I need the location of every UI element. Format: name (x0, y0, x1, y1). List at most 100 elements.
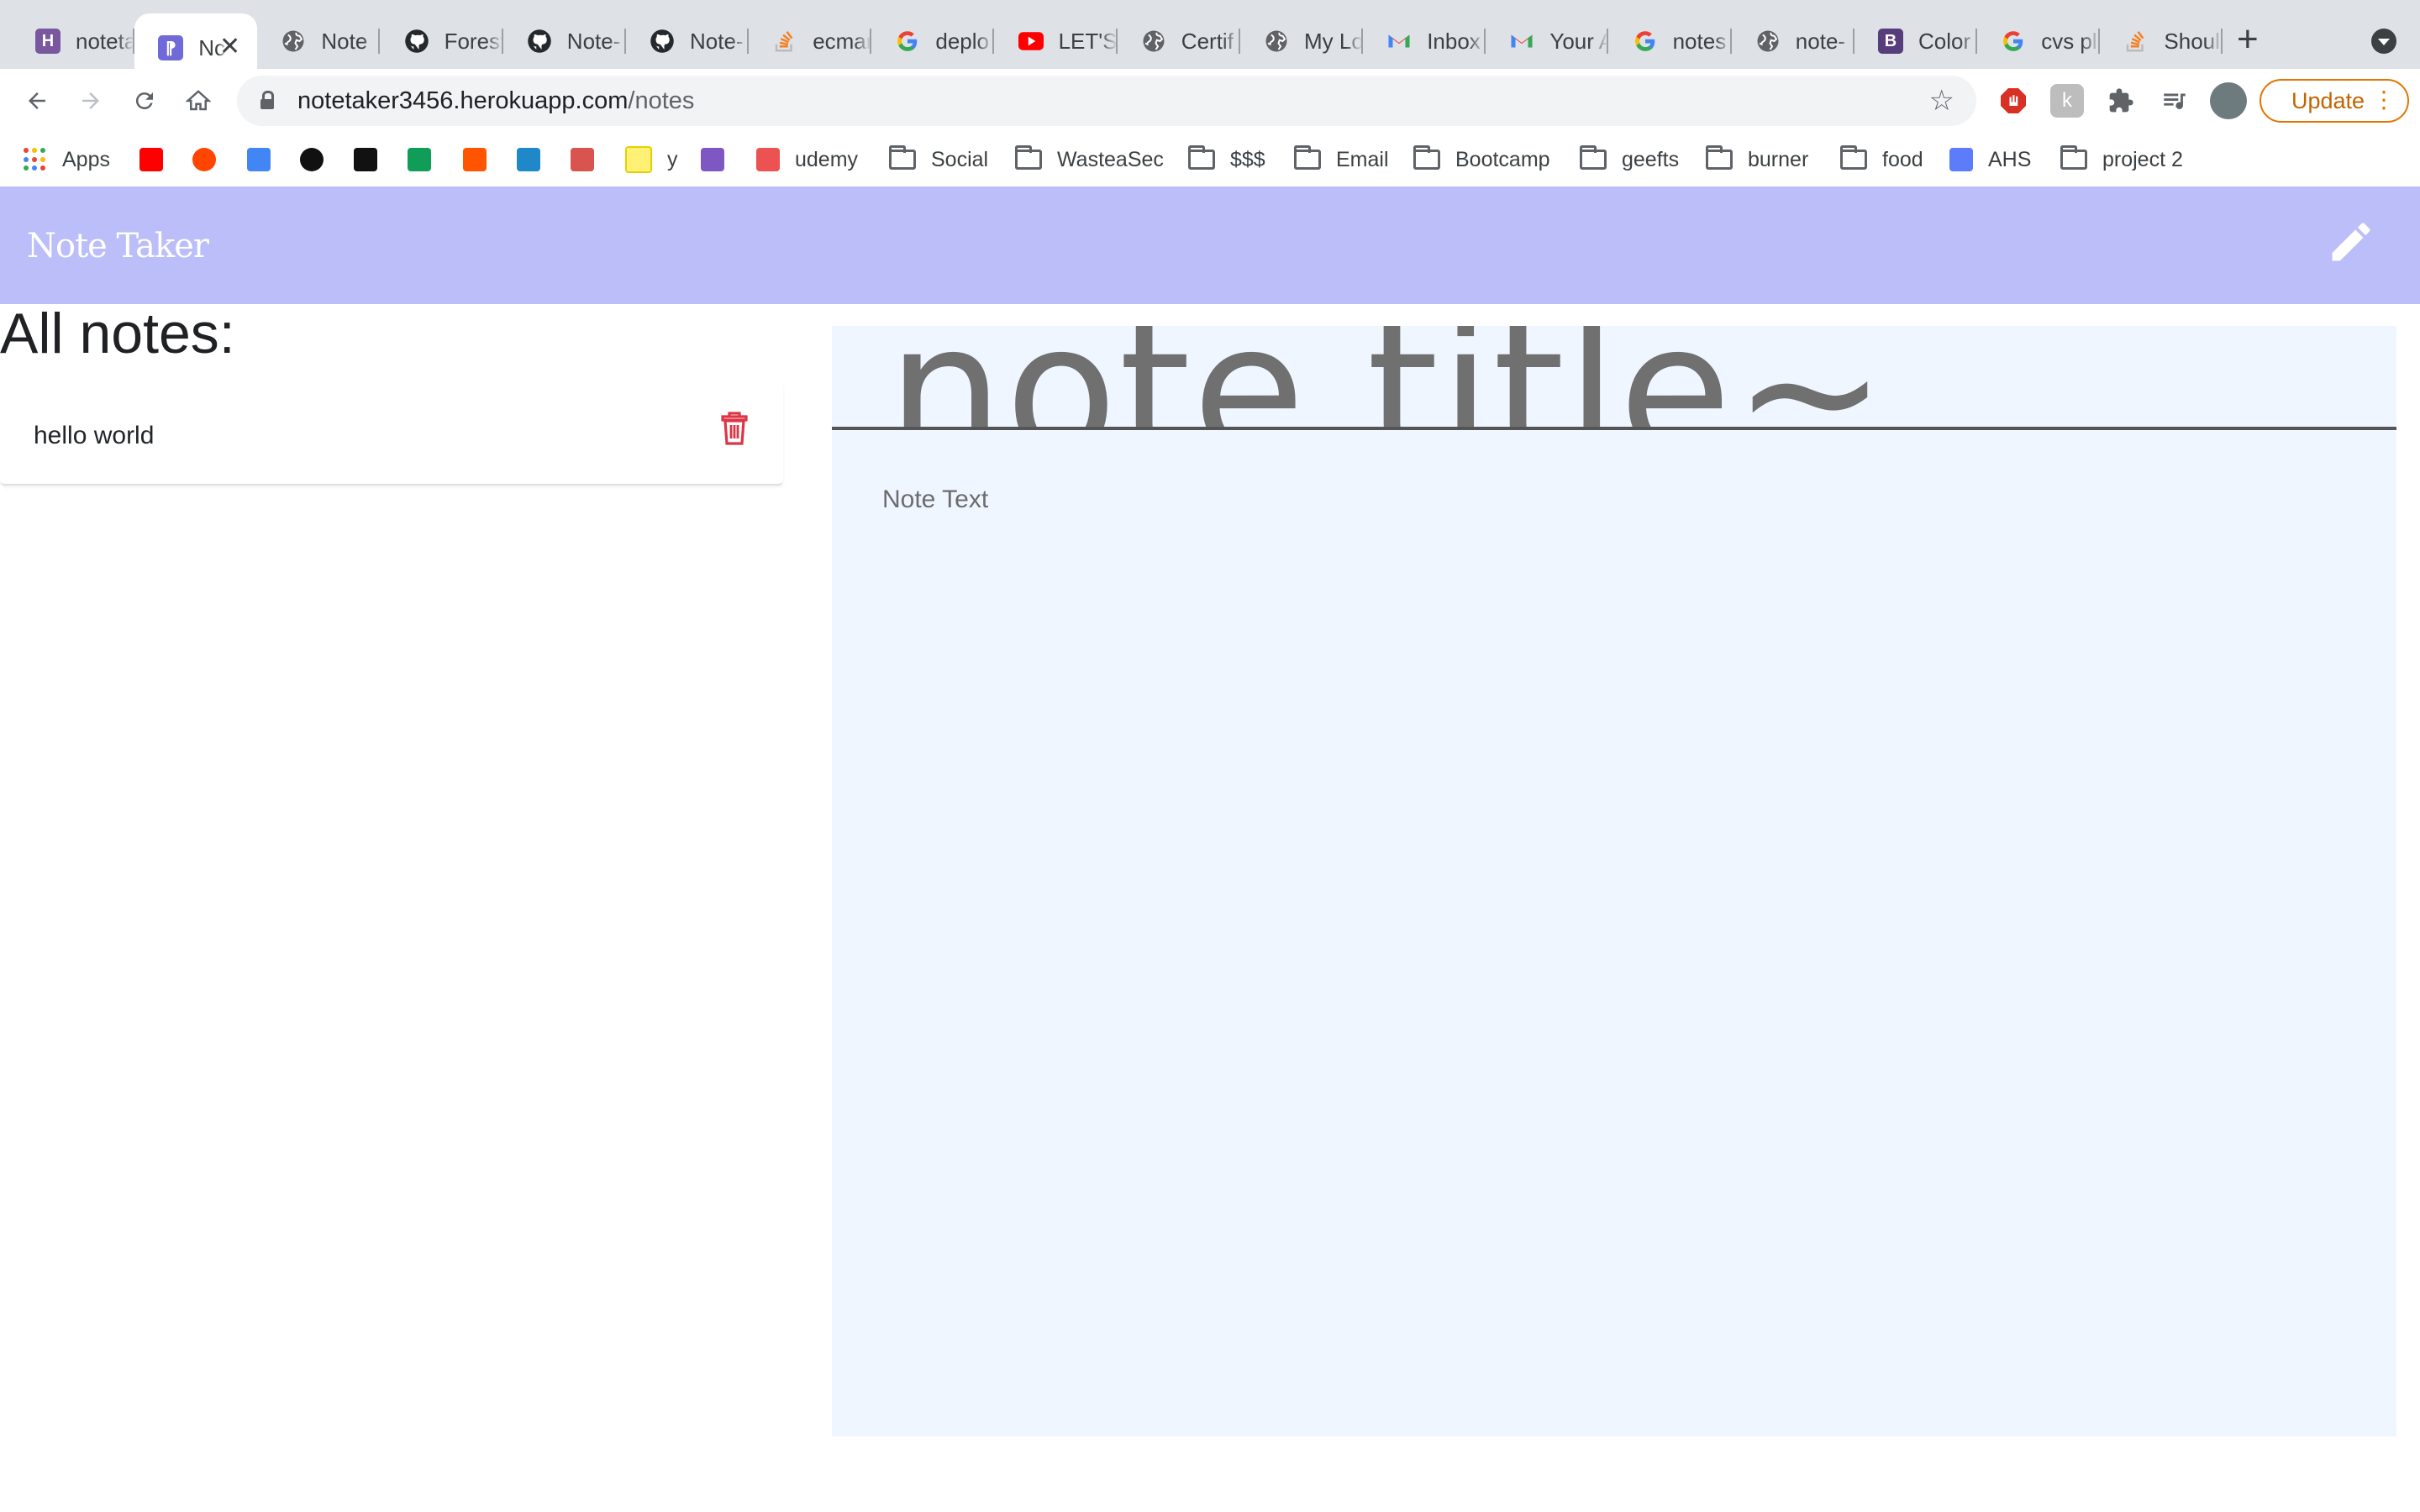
gmail-icon (1509, 29, 1534, 54)
bookmarks-bar: Apps y udemy Social WasteaSec $$$ Email Bootcam… (0, 134, 2420, 187)
circle-icon (300, 148, 324, 171)
browser-tab-title: Color (1918, 28, 1971, 54)
bookmark-item[interactable]: Apps (24, 143, 110, 176)
bookmark-label: y (667, 147, 678, 171)
url-text: notetaker3456.herokuapp.com/notes (297, 87, 695, 114)
browser-tab-title: Note- (566, 28, 621, 54)
browser-tab[interactable]: Note (257, 13, 381, 69)
bookmark-item[interactable]: project 2 (2060, 143, 2183, 176)
browser-tab[interactable]: Note- (503, 13, 626, 69)
browser-tab[interactable]: Your A (1486, 13, 1609, 69)
app-icon: ⁋ (158, 35, 184, 60)
bookmark-item[interactable] (408, 143, 446, 176)
bookmark-item[interactable]: geefts (1580, 143, 1679, 176)
tab-search-button[interactable] (2371, 29, 2396, 54)
browser-tab[interactable]: Note- (626, 13, 749, 69)
books-icon (701, 148, 724, 171)
forward-button[interactable] (72, 82, 109, 119)
forward-arrow-icon (82, 92, 99, 109)
browser-tab[interactable]: Inbox (1363, 13, 1486, 69)
browser-tab-title: Shoul (2164, 28, 2220, 54)
bookmark-item[interactable]: y (625, 143, 678, 176)
browser-tab-title: noteta (76, 28, 134, 54)
browser-tab[interactable]: deplo (871, 13, 995, 69)
globe-icon (1264, 29, 1289, 54)
close-tab-icon[interactable]: ✕ (219, 32, 240, 61)
bookmark-item[interactable]: burner (1706, 143, 1808, 176)
bookmark-item[interactable]: WasteaSec (1015, 143, 1164, 176)
bookmark-item[interactable]: food (1840, 143, 1923, 176)
browser-toolbar: notetaker3456.herokuapp.com/notes ☆ k Up… (0, 69, 2420, 133)
bookmark-item[interactable] (300, 143, 339, 176)
extension-icon[interactable]: k (2050, 84, 2084, 118)
list-item[interactable]: hello world (0, 383, 783, 486)
media-controls-icon[interactable] (2158, 84, 2191, 118)
browser-tab[interactable]: cvs pl (1977, 13, 2101, 69)
ahs-icon (1949, 148, 1973, 171)
bookmark-item[interactable]: Email (1294, 143, 1389, 176)
app-brand[interactable]: Note Taker (27, 227, 209, 265)
bookmark-item[interactable] (571, 143, 609, 176)
extensions-puzzle-icon[interactable] (2104, 84, 2138, 118)
browser-tab[interactable]: notes (1609, 13, 1732, 69)
more-vert-icon: ⋮ (2372, 87, 2396, 113)
browser-tab[interactable]: LET'S (995, 13, 1118, 69)
lock-icon (260, 91, 274, 109)
browser-tab[interactable]: B Color (1854, 13, 1977, 69)
folder-icon (1294, 145, 1321, 170)
browser-tab-title: Note (321, 28, 368, 54)
note-text-textarea[interactable] (832, 430, 2396, 1436)
profile-avatar[interactable] (2210, 82, 2247, 119)
google-icon (1633, 29, 1658, 54)
reddit-icon (192, 148, 216, 171)
bookmark-item[interactable] (247, 143, 286, 176)
bookmark-item[interactable]: $$$ (1188, 143, 1265, 176)
reload-button[interactable] (126, 82, 163, 119)
bookmark-item[interactable]: Bootcamp (1413, 143, 1550, 176)
bookmark-label: Email (1336, 147, 1389, 171)
bookmark-item[interactable] (192, 143, 231, 176)
back-arrow-icon (29, 92, 45, 109)
bookmark-item[interactable]: AHS (1949, 143, 2031, 176)
browser-tab-title: My Lo (1304, 28, 1363, 54)
bookmark-item[interactable] (354, 143, 392, 176)
browser-tab[interactable]: Shoul (2100, 13, 2223, 69)
bookmark-star-icon[interactable]: ☆ (1929, 84, 1954, 118)
folder-icon (1840, 145, 1867, 170)
browser-tab[interactable]: Forest (381, 13, 503, 69)
trash-icon[interactable] (721, 412, 748, 445)
new-tab-button[interactable]: + (2237, 18, 2259, 60)
bookmark-label: $$$ (1230, 147, 1265, 171)
bookmark-item[interactable] (701, 143, 739, 176)
browser-tab[interactable]: ecmar (749, 13, 872, 69)
bookmark-item[interactable]: udemy (756, 143, 858, 176)
home-button[interactable] (180, 82, 217, 119)
shape-icon (517, 148, 540, 171)
bookmark-item[interactable]: Social (889, 143, 988, 176)
browser-tab[interactable]: note- (1732, 13, 1854, 69)
address-bar[interactable]: notetaker3456.herokuapp.com/notes ☆ (237, 76, 1976, 126)
reload-icon (135, 92, 153, 110)
bookmark-item[interactable] (517, 143, 555, 176)
browser-tab-title: cvs pl (2041, 28, 2097, 54)
bookmark-label: AHS (1988, 147, 2032, 171)
browser-tab-title: note- (1795, 28, 1846, 54)
adblock-extension-icon[interactable] (1996, 84, 2030, 118)
browser-tab[interactable]: My Lo (1240, 13, 1363, 69)
note-list-item-title[interactable]: hello world (34, 422, 154, 450)
browser-tab-title: Your A (1549, 28, 1609, 54)
heroku-icon: H (35, 29, 60, 54)
browser-tab[interactable]: Hnoteta (12, 13, 134, 69)
bookmark-label: udemy (795, 147, 859, 171)
note-title-input[interactable]: note title~ (832, 326, 2396, 427)
browser-tab-title: notes (1672, 28, 1727, 54)
chrome-update-button[interactable]: Update ⋮ (2260, 79, 2409, 123)
back-button[interactable] (18, 82, 55, 119)
bookmark-item[interactable] (463, 143, 502, 176)
new-note-pencil-icon[interactable] (2326, 217, 2376, 267)
stackoverflow-icon (772, 29, 797, 54)
browser-tab[interactable]: Certif (1118, 13, 1240, 69)
bookmark-item[interactable] (139, 143, 178, 176)
folder-icon (1706, 145, 1733, 170)
udemy-icon (756, 148, 780, 171)
